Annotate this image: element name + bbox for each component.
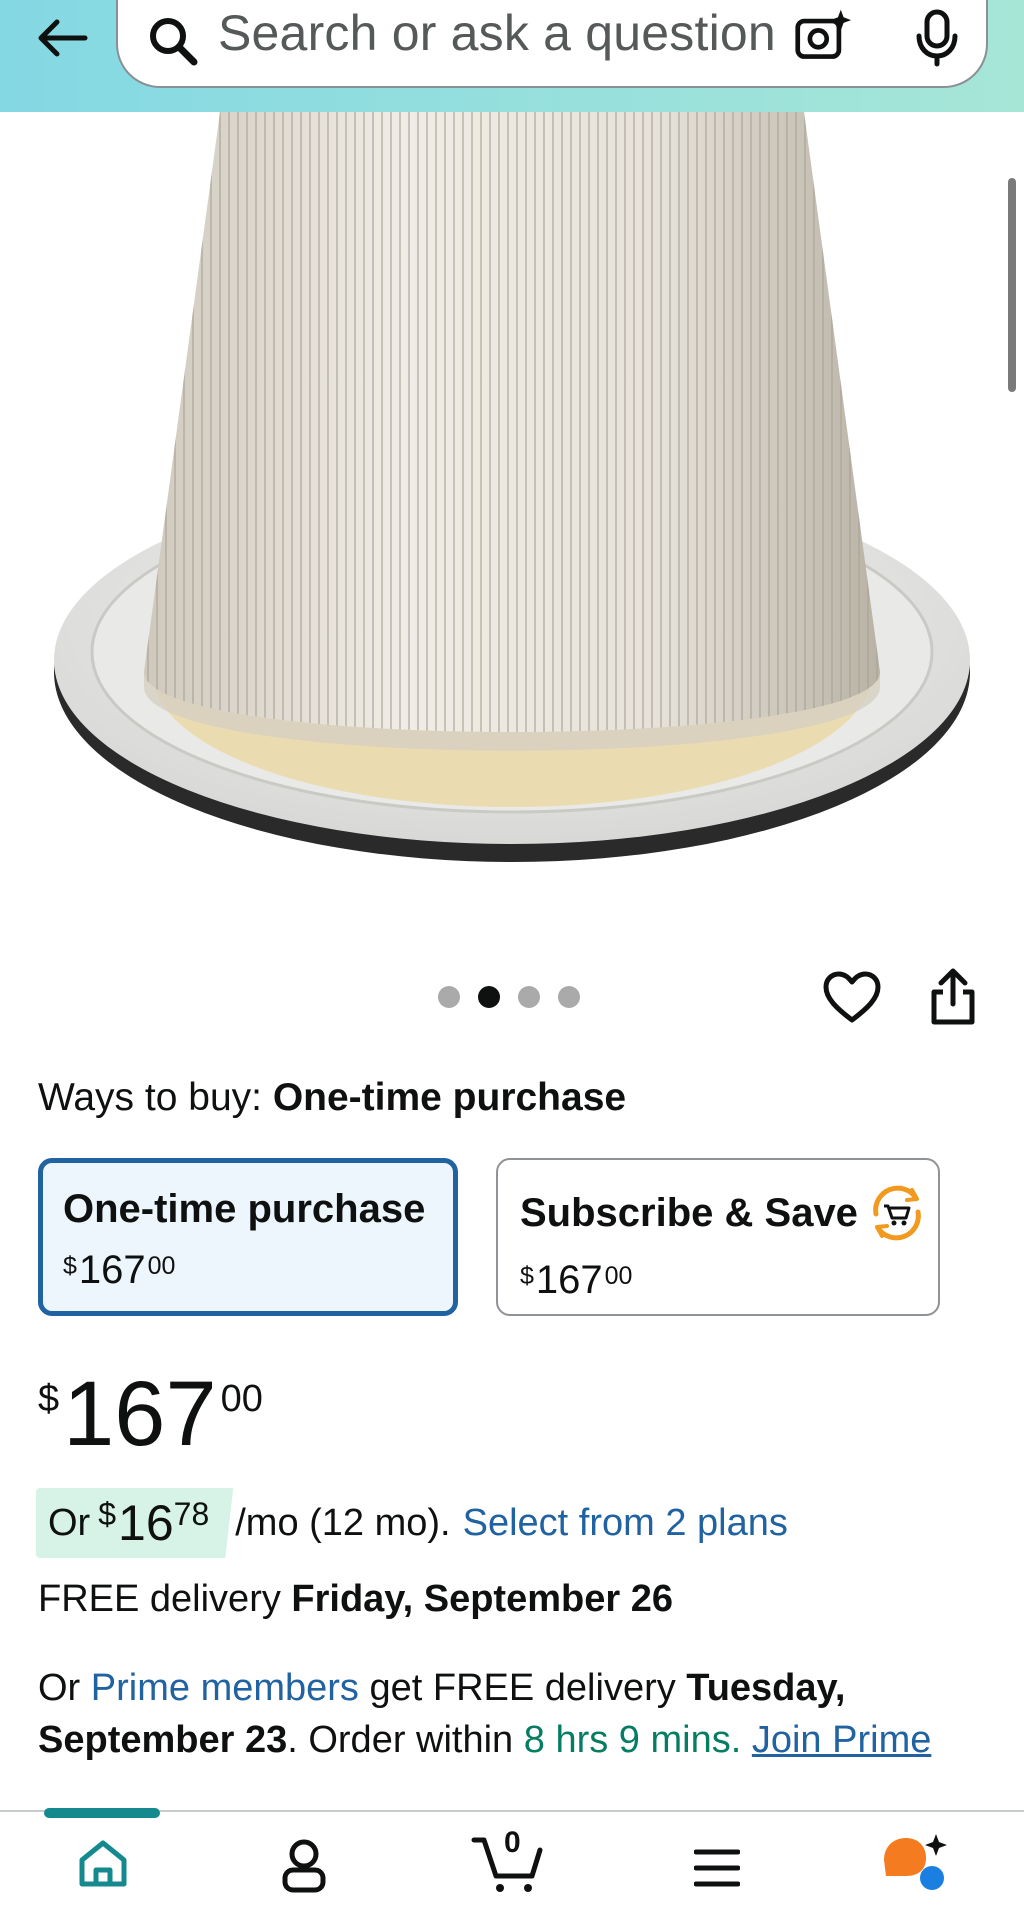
currency-symbol: $ [63,1252,77,1280]
delivery-countdown: 8 hrs 9 mins. [523,1719,742,1761]
monthly-suffix: /mo (12 mo). [235,1501,451,1544]
currency-symbol: $ [520,1262,534,1290]
scrollbar[interactable] [1008,178,1016,392]
select-plans-link[interactable]: Select from 2 plans [463,1502,788,1545]
heart-icon[interactable] [822,970,882,1026]
back-arrow-icon [38,19,88,57]
currency-symbol: $ [98,1495,117,1532]
air-filter-image [54,112,970,862]
price-cents: 00 [220,1378,263,1420]
one-time-purchase-option[interactable]: One-time purchase $ 167 00 [38,1158,458,1316]
active-tab-indicator [44,1808,160,1818]
menu-icon[interactable] [694,1848,740,1888]
option-title-row: Subscribe & Save [520,1184,938,1242]
price-cents: 00 [147,1252,176,1280]
delivery-info: FREE delivery Friday, September 26 [38,1578,673,1621]
option-title: One-time purchase [63,1187,426,1231]
search-icon [150,18,198,66]
rufus-icon[interactable] [880,1830,950,1894]
ways-to-buy: Ways to buy: One-time purchase [38,1076,626,1120]
prime-get-text: get FREE delivery [369,1667,676,1709]
mic-icon[interactable] [914,8,960,68]
prime-members-link[interactable]: Prime members [91,1667,359,1709]
cart-count: 0 [504,1826,521,1859]
search-input[interactable]: Search or ask a question [218,4,776,62]
image-carousel-dots[interactable] [438,986,580,1008]
price-whole: 167 [535,1258,603,1302]
bottom-navigation: 0 [0,1810,1024,1910]
option-title: Subscribe & Save [520,1190,858,1235]
option-price: $ 167 00 [520,1258,938,1303]
monthly-price-badge: Or $ 16 78 [36,1488,234,1558]
subscribe-save-option[interactable]: Subscribe & Save $ 167 00 [496,1158,940,1316]
order-within-text: . Order within [287,1719,514,1761]
account-icon[interactable] [280,1838,328,1894]
carousel-dot[interactable] [518,986,540,1008]
prime-or: Or [38,1667,81,1709]
product-price: $ 167 00 [38,1368,263,1460]
delivery-date: Friday, September 26 [291,1578,673,1620]
product-image[interactable] [0,112,1024,932]
carousel-dot[interactable] [558,986,580,1008]
option-price: $ 167 00 [63,1248,453,1293]
carousel-dot-active[interactable] [478,986,500,1008]
ways-label: Ways to buy: [38,1076,262,1119]
camera-icon[interactable] [790,6,852,66]
join-prime-link[interactable]: Join Prime [752,1719,932,1761]
home-icon[interactable] [76,1838,130,1890]
monthly-cents: 78 [173,1495,210,1532]
cart-button[interactable]: 0 [470,1826,550,1896]
search-bar[interactable]: Search or ask a question [116,0,988,88]
share-icon[interactable] [928,966,978,1026]
price-whole: 167 [78,1248,146,1292]
monthly-prefix: Or [48,1501,91,1544]
prime-delivery-info: Or Prime members get FREE delivery Tuesd… [38,1662,978,1766]
monthly-whole: 16 [118,1495,174,1551]
price-whole: 167 [63,1363,217,1465]
top-header: Search or ask a question [0,0,1024,112]
delivery-prefix: FREE delivery [38,1578,281,1620]
currency-symbol: $ [38,1378,60,1420]
price-cents: 00 [604,1262,633,1290]
back-button[interactable] [26,8,96,68]
carousel-dot[interactable] [438,986,460,1008]
ways-selected: One-time purchase [272,1076,627,1119]
subscribe-cart-icon [873,1185,921,1241]
monthly-payment: Or $ 16 78 /mo (12 mo). Select from 2 pl… [36,1488,788,1558]
